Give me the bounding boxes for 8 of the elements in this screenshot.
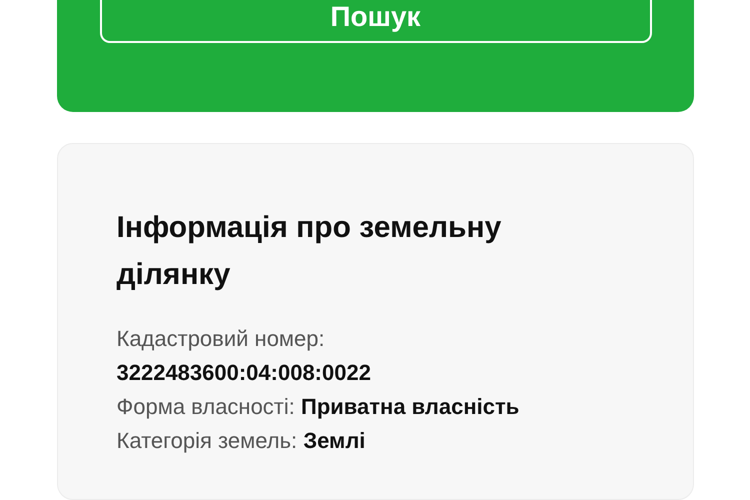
field-label: Категорія земель: — [116, 428, 298, 453]
field-label: Кадастровий номер: — [116, 326, 325, 351]
field-label: Форма власності: — [116, 394, 295, 419]
search-button[interactable]: Пошук — [100, 0, 652, 43]
field-value: Приватна власність — [301, 394, 520, 419]
card-title: Інформація про земельну ділянку — [116, 210, 502, 293]
field-value: Землі — [303, 428, 366, 453]
field-value: 3222483600:04:008:0022 — [116, 360, 371, 385]
